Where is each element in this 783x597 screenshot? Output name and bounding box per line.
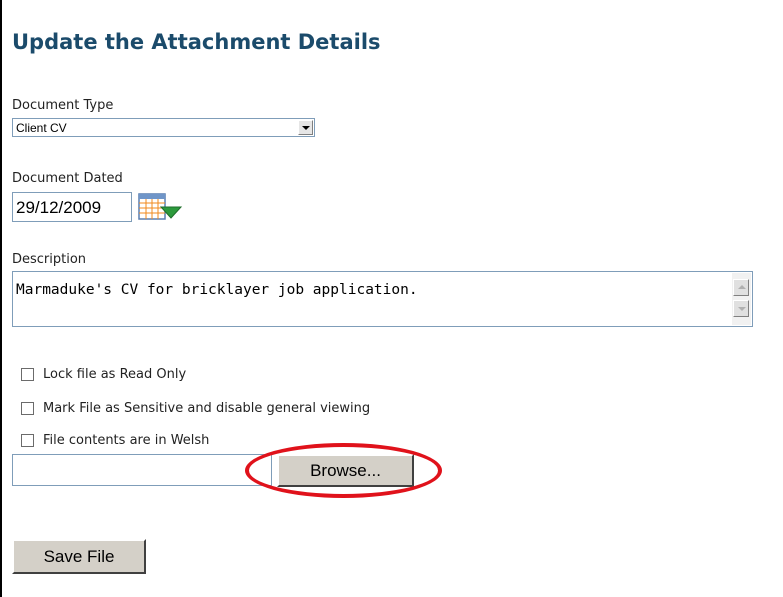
mark-sensitive-checkbox[interactable] (21, 402, 34, 415)
window-left-border (0, 0, 2, 597)
scroll-down-icon[interactable] (733, 300, 749, 317)
file-path-input[interactable] (12, 454, 272, 486)
welsh-contents-label: File contents are in Welsh (43, 433, 210, 448)
lock-read-only-checkbox[interactable] (21, 368, 34, 381)
mark-sensitive-label: Mark File as Sensitive and disable gener… (43, 401, 371, 416)
description-scrollbar[interactable] (732, 273, 751, 325)
description-textarea[interactable]: Marmaduke's CV for bricklayer job applic… (12, 271, 753, 327)
page-title: Update the Attachment Details (12, 30, 381, 54)
document-type-value: Client CV (16, 121, 67, 135)
document-type-select[interactable]: Client CV (12, 118, 315, 137)
document-date-value: 29/12/2009 (16, 198, 102, 217)
document-type-label: Document Type (12, 98, 114, 113)
save-file-button[interactable]: Save File (12, 539, 146, 574)
scroll-up-icon[interactable] (733, 279, 749, 296)
chevron-down-icon[interactable] (298, 120, 313, 135)
description-value: Marmaduke's CV for bricklayer job applic… (16, 282, 418, 298)
document-date-input[interactable]: 29/12/2009 (12, 192, 132, 222)
document-dated-label: Document Dated (12, 171, 123, 186)
lock-read-only-label: Lock file as Read Only (43, 367, 187, 382)
welsh-contents-checkbox[interactable] (21, 434, 34, 447)
description-label: Description (12, 252, 87, 267)
highlight-annotation-oval (245, 443, 442, 498)
calendar-icon[interactable] (137, 191, 185, 223)
